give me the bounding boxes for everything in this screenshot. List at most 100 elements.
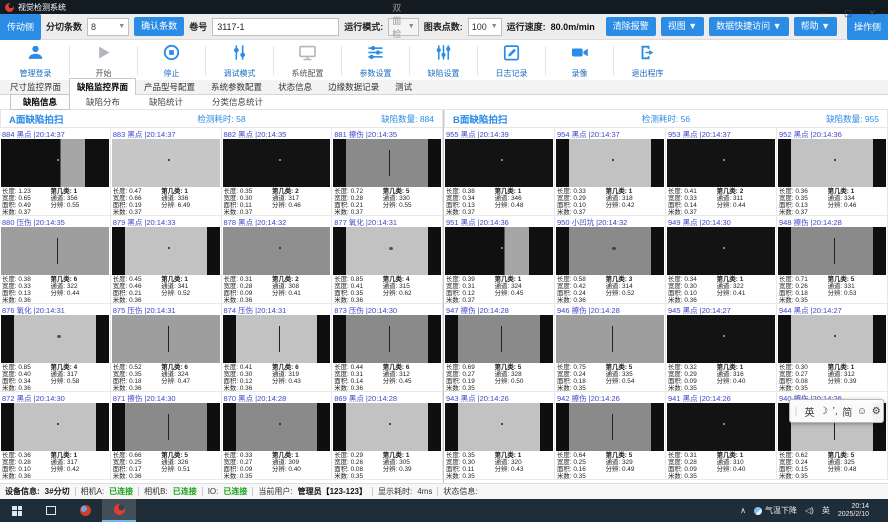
ime-item[interactable]: ☺ [857, 406, 867, 417]
tab-边缘数据记录[interactable]: 边缘数据记录 [320, 78, 387, 94]
defect-cell[interactable]: 872 黑点 |20:14:30 长度: 0.36 宽度: 0.28 面积: 0… [0, 392, 111, 480]
defect-cell[interactable]: 950 小凹坑 |20:14:32 长度: 0.58 宽度: 0.42 面积: … [555, 216, 666, 304]
defect-cell[interactable]: 945 黑点 |20:14:27 长度: 0.32 宽度: 0.29 面积: 0… [666, 304, 777, 392]
defect-thumbnail[interactable] [112, 403, 220, 451]
defect-cell[interactable]: 947 擦伤 |20:14:28 长度: 0.69 宽度: 0.27 面积: 0… [444, 304, 555, 392]
defect-cell[interactable]: 883 黑点 |20:14:37 长度: 0.47 宽度: 0.66 面积: 0… [111, 128, 222, 216]
view-menu-button[interactable]: 视图 ▼ [661, 17, 704, 36]
taskbar-app-browser[interactable] [68, 499, 102, 522]
defect-thumbnail[interactable] [556, 227, 664, 275]
defect-thumbnail[interactable] [445, 139, 553, 187]
quick-data-menu-button[interactable]: 数据快捷访问 ▼ [709, 17, 788, 36]
start-button[interactable] [0, 499, 34, 522]
defect-cell[interactable]: 951 黑点 |20:14:36 长度: 0.39 宽度: 0.31 面积: 0… [444, 216, 555, 304]
task-view-button[interactable] [34, 499, 68, 522]
defect-cell[interactable]: 946 擦伤 |20:14:28 长度: 0.75 宽度: 0.24 面积: 0… [555, 304, 666, 392]
defect-thumbnail[interactable] [1, 403, 109, 451]
defect-cell[interactable]: 944 黑点 |20:14:27 长度: 0.30 宽度: 0.27 面积: 0… [777, 304, 888, 392]
weather-widget[interactable]: 气温下降 [754, 505, 797, 516]
chart-points-select[interactable]: 100▼ [468, 18, 502, 36]
ime-toolbar[interactable]: ❘英☽’,简☺⚙ [789, 399, 884, 423]
defect-cell[interactable]: 876 氧化 |20:14:31 长度: 0.85 宽度: 0.40 面积: 0… [0, 304, 111, 392]
subtab-缺陷信息[interactable]: 缺陷信息 [10, 94, 70, 110]
ime-item[interactable]: ’, [833, 406, 838, 417]
close-button[interactable]: ✕ [868, 9, 876, 18]
tab-测试[interactable]: 测试 [387, 78, 420, 94]
defect-cell[interactable]: 881 擦伤 |20:14:35 长度: 0.72 宽度: 0.28 面积: 0… [332, 128, 443, 216]
defect-thumbnail[interactable] [667, 227, 775, 275]
defect-thumbnail[interactable] [445, 403, 553, 451]
defect-thumbnail[interactable] [1, 139, 109, 187]
ime-item[interactable]: 简 [842, 404, 852, 419]
defect-cell[interactable]: 878 黑点 |20:14:32 长度: 0.31 宽度: 0.28 面积: 0… [222, 216, 333, 304]
defect-thumbnail[interactable] [1, 315, 109, 363]
defect-cell[interactable]: 955 黑点 |20:14:39 长度: 0.38 宽度: 0.34 面积: 0… [444, 128, 555, 216]
ime-item[interactable]: ☽ [819, 406, 828, 417]
slit-count-select[interactable]: 8▼ [87, 18, 129, 36]
defect-cell[interactable]: 880 压伤 |20:14:35 长度: 0.38 宽度: 0.33 面积: 0… [0, 216, 111, 304]
defect-cell[interactable]: 870 黑点 |20:14:28 长度: 0.33 宽度: 0.27 面积: 0… [222, 392, 333, 480]
defect-thumbnail[interactable] [112, 227, 220, 275]
defect-cell[interactable]: 875 压伤 |20:14:31 长度: 0.52 宽度: 0.35 面积: 0… [111, 304, 222, 392]
tab-状态信息[interactable]: 状态信息 [270, 78, 320, 94]
tab-尺寸监控界面[interactable]: 尺寸监控界面 [2, 78, 69, 94]
defect-cell[interactable]: 869 黑点 |20:14:28 长度: 0.29 宽度: 0.26 面积: 0… [332, 392, 443, 480]
defect-thumbnail[interactable] [778, 139, 886, 187]
defect-cell[interactable]: 873 压伤 |20:14:30 长度: 0.44 宽度: 0.31 面积: 0… [332, 304, 443, 392]
confirm-count-button[interactable]: 确认条数 [134, 17, 184, 36]
volume-icon[interactable]: ◁) [805, 506, 814, 515]
defect-thumbnail[interactable] [223, 227, 331, 275]
tab-系统参数配置[interactable]: 系统参数配置 [203, 78, 270, 94]
maximize-button[interactable]: ▢ [844, 9, 853, 18]
subtab-缺陷分布[interactable]: 缺陷分布 [73, 94, 133, 110]
ime-language-indicator[interactable]: 英 [822, 505, 830, 516]
action-button[interactable]: 日志记录 [478, 41, 545, 80]
defect-thumbnail[interactable] [445, 227, 553, 275]
taskbar-clock[interactable]: 20:14 2025/2/10 [838, 503, 869, 519]
action-button[interactable]: 退出程序 [614, 41, 681, 80]
help-menu-button[interactable]: 帮助 ▼ [794, 17, 837, 36]
defect-thumbnail[interactable] [445, 315, 553, 363]
defect-cell[interactable]: 948 擦伤 |20:14:28 长度: 0.71 宽度: 0.26 面积: 0… [777, 216, 888, 304]
defect-thumbnail[interactable] [1, 227, 109, 275]
defect-thumbnail[interactable] [112, 139, 220, 187]
defect-thumbnail[interactable] [556, 139, 664, 187]
defect-thumbnail[interactable] [667, 403, 775, 451]
run-mode-select[interactable]: 双面检测▼ [388, 18, 419, 36]
defect-thumbnail[interactable] [223, 139, 331, 187]
tray-expand-caret[interactable]: ∧ [740, 506, 746, 515]
defect-cell[interactable]: 953 黑点 |20:14:37 长度: 0.41 宽度: 0.33 面积: 0… [666, 128, 777, 216]
action-button[interactable]: 系统配置 [274, 41, 341, 80]
defect-thumbnail[interactable] [112, 315, 220, 363]
action-button[interactable]: 录像 [546, 41, 613, 80]
action-button[interactable]: 参数设置 [342, 41, 409, 80]
defect-thumbnail[interactable] [333, 315, 441, 363]
roll-number-input[interactable] [212, 18, 339, 36]
defect-thumbnail[interactable] [667, 139, 775, 187]
defect-cell[interactable]: 941 黑点 |20:14:26 长度: 0.31 宽度: 0.28 面积: 0… [666, 392, 777, 480]
defect-cell[interactable]: 882 黑点 |20:14:35 长度: 0.35 宽度: 0.30 面积: 0… [222, 128, 333, 216]
defect-thumbnail[interactable] [667, 315, 775, 363]
defect-thumbnail[interactable] [333, 227, 441, 275]
defect-cell[interactable]: 952 黑点 |20:14:36 长度: 0.36 宽度: 0.35 面积: 0… [777, 128, 888, 216]
defect-thumbnail[interactable] [556, 403, 664, 451]
defect-cell[interactable]: 949 黑点 |20:14:30 长度: 0.34 宽度: 0.30 面积: 0… [666, 216, 777, 304]
defect-thumbnail[interactable] [333, 139, 441, 187]
defect-thumbnail[interactable] [556, 315, 664, 363]
action-button[interactable]: 缺陷设置 [410, 41, 477, 80]
drive-side-button[interactable]: 传动侧 [0, 14, 41, 40]
action-button[interactable]: 开始 [70, 41, 137, 80]
ime-item[interactable]: 英 [804, 404, 814, 419]
ime-item[interactable]: ⚙ [872, 406, 881, 417]
defect-thumbnail[interactable] [778, 315, 886, 363]
clear-alarm-button[interactable]: 清除报警 [606, 17, 656, 36]
defect-cell[interactable]: 874 压伤 |20:14:31 长度: 0.41 宽度: 0.30 面积: 0… [222, 304, 333, 392]
subtab-缺陷统计[interactable]: 缺陷统计 [136, 94, 196, 110]
defect-cell[interactable]: 879 黑点 |20:14:33 长度: 0.45 宽度: 0.46 面积: 0… [111, 216, 222, 304]
minimize-button[interactable]: — [819, 9, 828, 18]
action-button[interactable]: 停止 [138, 41, 205, 80]
defect-cell[interactable]: 954 黑点 |20:14:37 长度: 0.33 宽度: 0.29 面积: 0… [555, 128, 666, 216]
action-button[interactable]: 调试模式 [206, 41, 273, 80]
defect-cell[interactable]: 884 黑点 |20:14:37 长度: 1.23 宽度: 0.65 面积: 0… [0, 128, 111, 216]
tab-缺陷监控界面[interactable]: 缺陷监控界面 [69, 78, 136, 95]
